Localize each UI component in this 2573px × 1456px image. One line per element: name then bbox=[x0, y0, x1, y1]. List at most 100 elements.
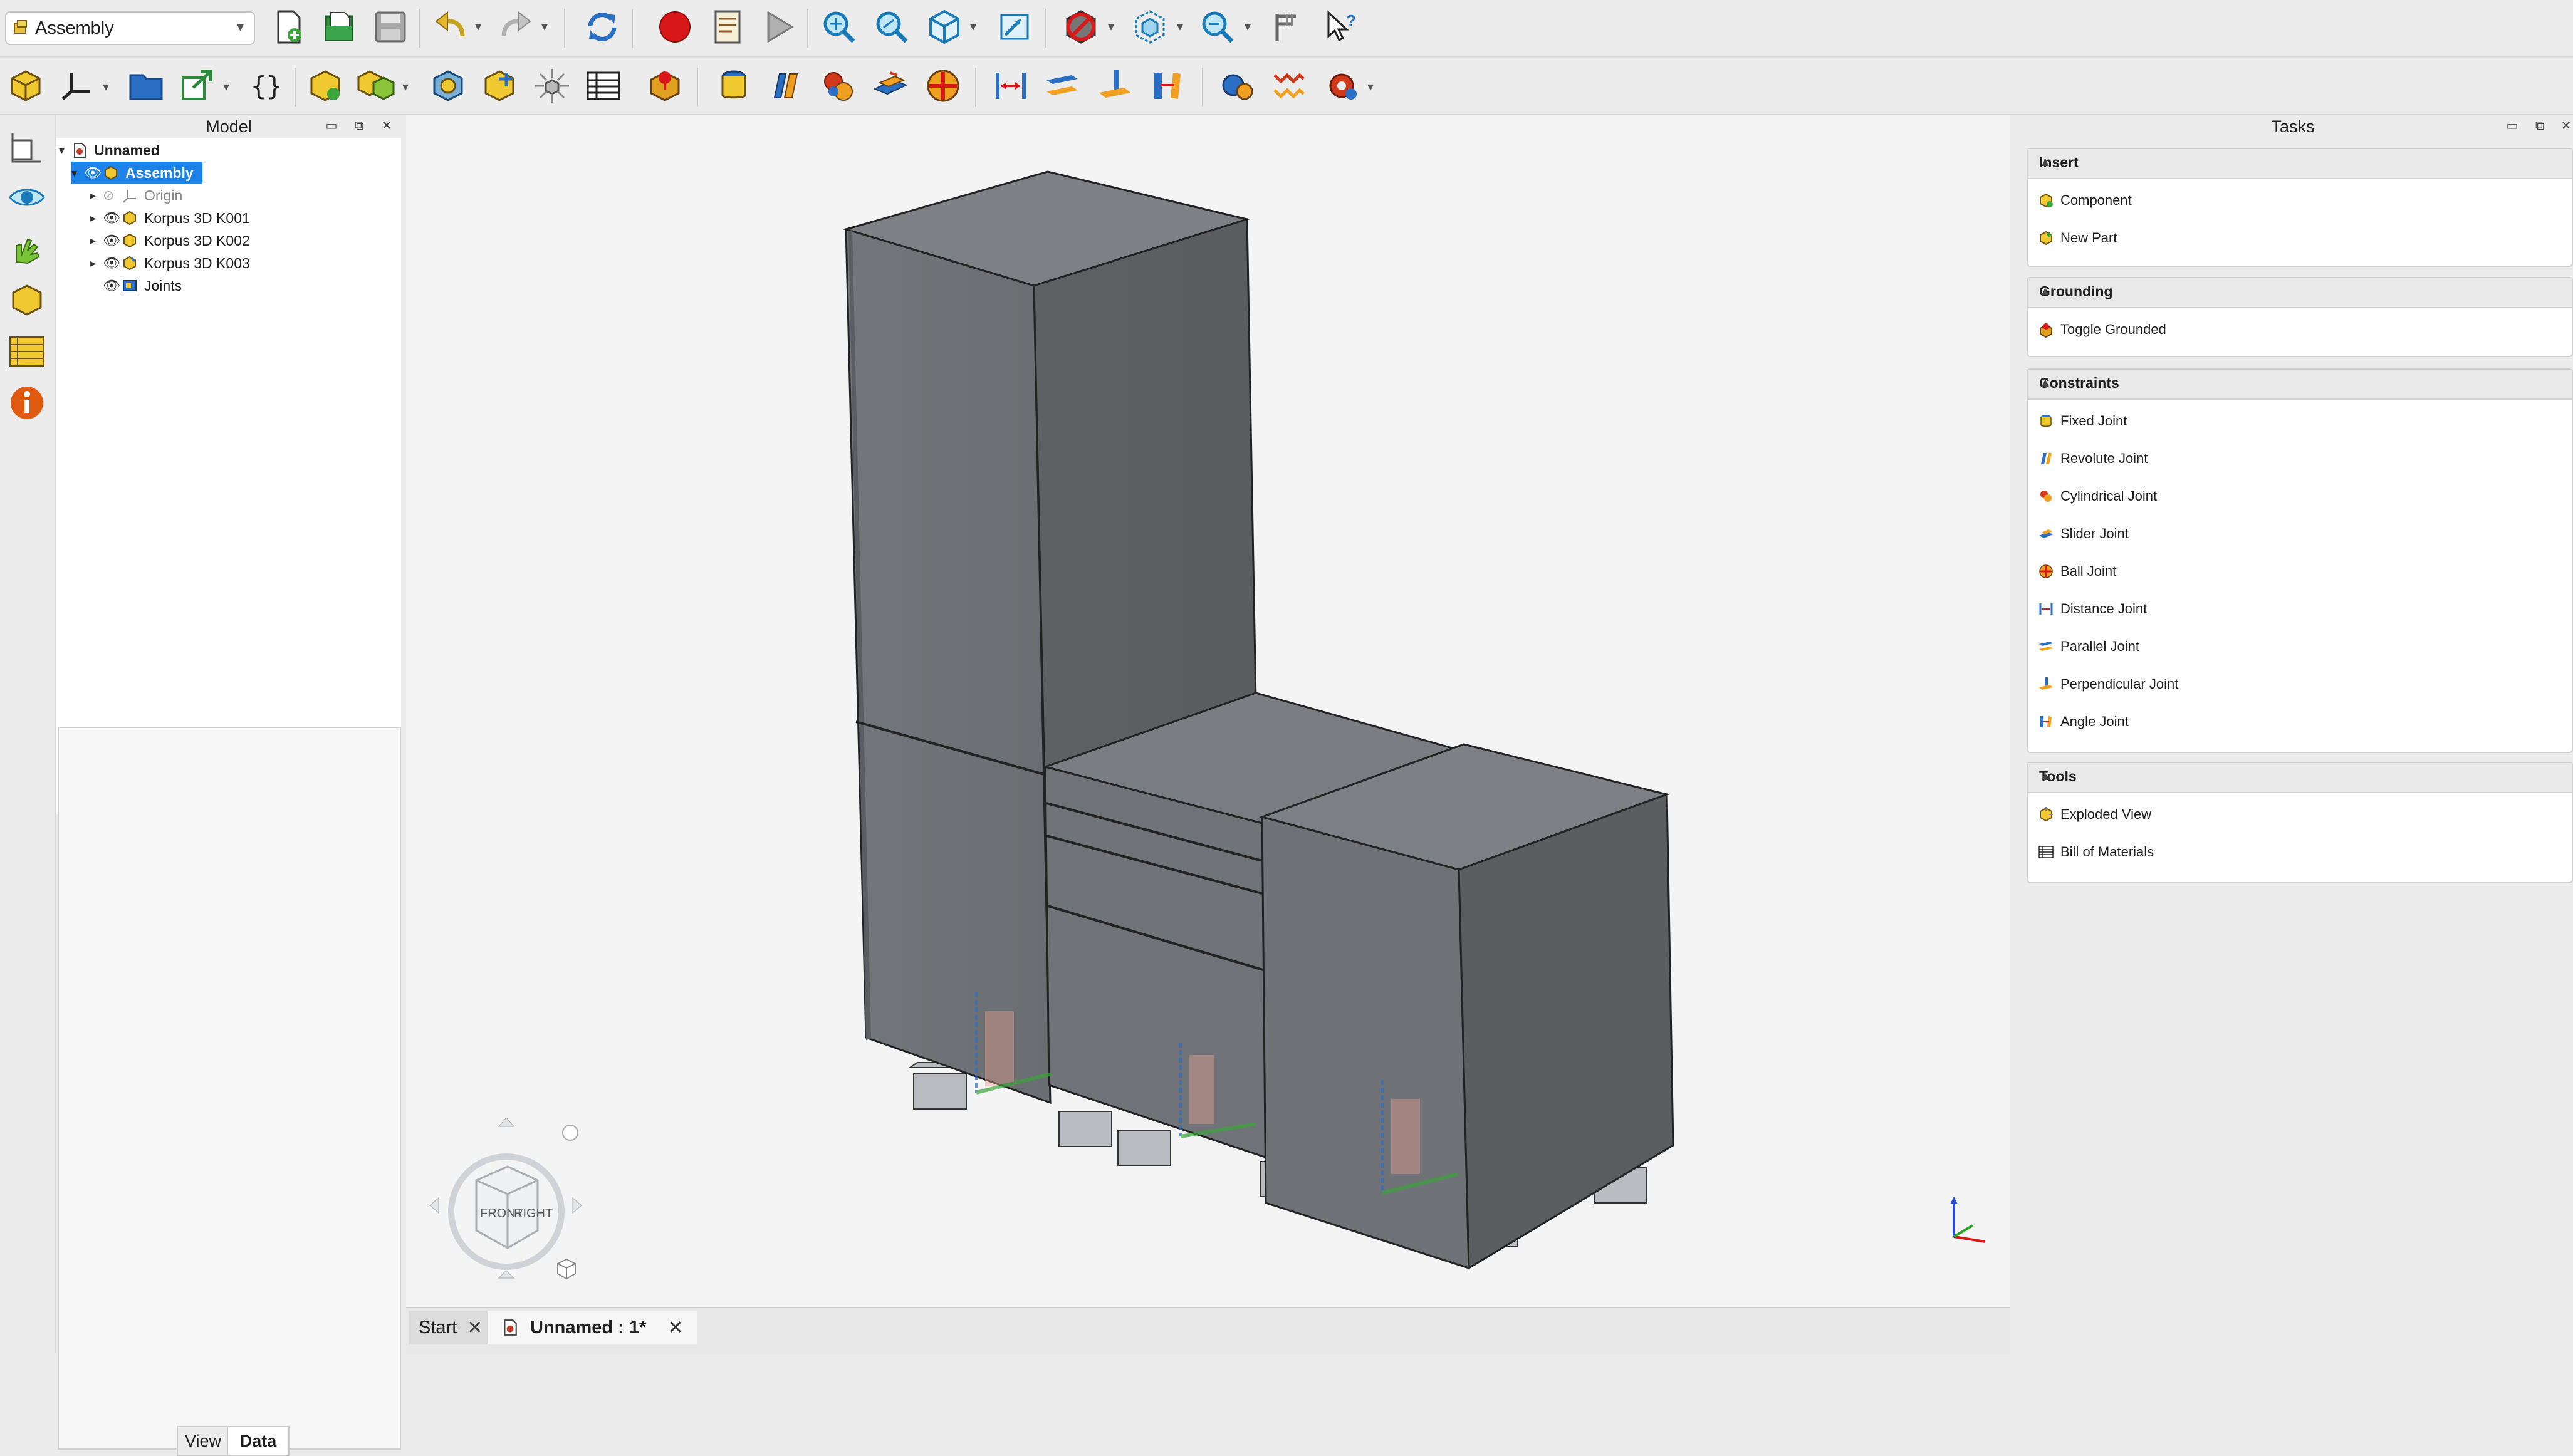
hand-icon[interactable] bbox=[8, 229, 46, 268]
simulation-button[interactable] bbox=[1322, 66, 1361, 105]
task-slider-joint[interactable]: Slider Joint bbox=[2038, 521, 2129, 546]
new-part-button[interactable] bbox=[357, 66, 396, 105]
collapse-icon[interactable]: ▾ bbox=[59, 144, 71, 157]
eye-icon[interactable] bbox=[8, 178, 46, 217]
slider-joint-button[interactable] bbox=[871, 66, 910, 105]
task-parallel-joint[interactable]: Parallel Joint bbox=[2038, 634, 2139, 659]
redo-dropdown-icon[interactable]: ▾ bbox=[541, 19, 548, 34]
visibility-eye-icon[interactable]: 👁 bbox=[103, 210, 122, 226]
close-icon[interactable]: ✕ bbox=[467, 1317, 483, 1339]
perpendicular-joint-button[interactable] bbox=[1095, 66, 1134, 105]
tree-item-origin[interactable]: ▸ ⊘ Origin bbox=[90, 184, 182, 207]
fit-all-button[interactable] bbox=[820, 8, 859, 46]
tree-item-korpus-k003[interactable]: ▸ 👁 Korpus 3D K003 bbox=[90, 252, 250, 274]
fit-selection-button[interactable] bbox=[872, 8, 911, 46]
undo-dropdown-icon[interactable]: ▾ bbox=[475, 19, 481, 34]
collapse-caret-icon[interactable]: ▲ bbox=[2039, 376, 2559, 390]
sketch-view-icon[interactable] bbox=[8, 128, 46, 167]
panel-dock-icon[interactable]: ▭ bbox=[2504, 118, 2520, 134]
tree-item-assembly[interactable]: ▾ 👁 Assembly bbox=[71, 162, 202, 184]
section-header[interactable]: Insert ▲ bbox=[2028, 149, 2572, 179]
tree-item-korpus-k001[interactable]: ▸ 👁 Korpus 3D K001 bbox=[90, 207, 250, 229]
expand-icon[interactable]: ▸ bbox=[90, 257, 103, 270]
expand-icon[interactable]: ▸ bbox=[90, 189, 103, 202]
task-angle-joint[interactable]: Angle Joint bbox=[2038, 709, 2129, 734]
cylindrical-joint-button[interactable] bbox=[818, 66, 857, 105]
section-header[interactable]: Tools ▲ bbox=[2028, 763, 2572, 793]
section-header[interactable]: Grounding ▲ bbox=[2028, 278, 2572, 308]
task-fixed-joint[interactable]: Fixed Joint bbox=[2038, 408, 2127, 434]
info-icon[interactable] bbox=[8, 383, 46, 422]
draw-style-dropdown-icon[interactable]: ▾ bbox=[1108, 19, 1114, 34]
group-button[interactable] bbox=[127, 66, 165, 105]
link-dropdown-icon[interactable]: ▾ bbox=[223, 79, 229, 95]
navcube-right-label[interactable]: RIGHT bbox=[514, 1207, 553, 1221]
3d-viewport[interactable]: FRONT RIGHT bbox=[406, 115, 2010, 1306]
tree-item-korpus-k002[interactable]: ▸ 👁 Korpus 3D K002 bbox=[90, 229, 250, 252]
macro-editor-button[interactable] bbox=[708, 8, 747, 46]
refresh-button[interactable] bbox=[583, 8, 622, 46]
ball-joint-button[interactable] bbox=[924, 66, 963, 105]
gears-joint-button[interactable] bbox=[1270, 66, 1308, 105]
visibility-eye-icon[interactable]: 👁 bbox=[103, 255, 122, 271]
collapse-caret-icon[interactable]: ▲ bbox=[2039, 155, 2559, 170]
tab-unnamed[interactable]: Unnamed : 1* ✕ bbox=[488, 1311, 697, 1344]
part-container-button[interactable] bbox=[6, 66, 45, 105]
workbench-selector[interactable]: Assembly ▾ bbox=[5, 11, 255, 45]
angle-joint-button[interactable] bbox=[1148, 66, 1187, 105]
exploded-view-button[interactable] bbox=[533, 66, 571, 105]
zoom-button[interactable] bbox=[1198, 8, 1237, 46]
list-icon[interactable] bbox=[8, 332, 46, 371]
tree-item-document[interactable]: ▾ Unnamed bbox=[59, 139, 160, 162]
solve-assembly-button[interactable] bbox=[429, 66, 467, 105]
toggle-grounded-button[interactable] bbox=[645, 66, 684, 105]
navcube-graphic[interactable] bbox=[425, 1117, 588, 1281]
panel-float-icon[interactable]: ⧉ bbox=[351, 118, 367, 134]
panel-dock-icon[interactable]: ▭ bbox=[323, 118, 340, 134]
expand-icon[interactable]: ▸ bbox=[90, 212, 103, 225]
tree-item-joints[interactable]: 👁 Joints bbox=[103, 274, 182, 297]
bom-button[interactable] bbox=[584, 66, 623, 105]
task-cylindrical-joint[interactable]: Cylindrical Joint bbox=[2038, 484, 2157, 509]
zoom-dropdown-icon[interactable]: ▾ bbox=[1245, 19, 1251, 34]
measure-distance-button[interactable] bbox=[1268, 8, 1307, 46]
tab-view[interactable]: View bbox=[177, 1426, 229, 1456]
draw-style-button[interactable] bbox=[1062, 8, 1100, 46]
collapse-caret-icon[interactable]: ▲ bbox=[2039, 769, 2559, 784]
link-button[interactable] bbox=[178, 66, 217, 105]
task-toggle-grounded[interactable]: Toggle Grounded bbox=[2038, 317, 2166, 342]
visibility-eye-icon[interactable]: 👁 bbox=[103, 232, 122, 249]
whats-this-button[interactable]: ? bbox=[1322, 8, 1361, 46]
task-new-part[interactable]: New Part bbox=[2038, 226, 2117, 251]
tab-data[interactable]: Data bbox=[227, 1426, 290, 1456]
insert-component-button[interactable] bbox=[306, 66, 345, 105]
view-dropdown-icon[interactable]: ▾ bbox=[970, 19, 976, 34]
save-button[interactable] bbox=[371, 8, 410, 46]
collapse-caret-icon[interactable]: ▲ bbox=[2039, 284, 2559, 299]
task-distance-joint[interactable]: Distance Joint bbox=[2038, 596, 2147, 621]
simulation-dropdown-icon[interactable]: ▾ bbox=[1367, 79, 1374, 95]
part-box-icon[interactable] bbox=[8, 281, 46, 320]
bounding-box-dropdown-icon[interactable]: ▾ bbox=[1177, 19, 1183, 34]
fixed-joint-button[interactable] bbox=[714, 66, 753, 105]
task-exploded-view[interactable]: Exploded View bbox=[2038, 802, 2151, 827]
panel-float-icon[interactable]: ⧉ bbox=[2532, 118, 2548, 134]
motion-study-button[interactable] bbox=[1218, 66, 1257, 105]
task-perpendicular-joint[interactable]: Perpendicular Joint bbox=[2038, 672, 2178, 697]
section-header[interactable]: Constraints ▲ bbox=[2028, 370, 2572, 400]
tab-start[interactable]: Start ✕ bbox=[409, 1311, 493, 1344]
parallel-joint-button[interactable] bbox=[1043, 66, 1082, 105]
task-ball-joint[interactable]: Ball Joint bbox=[2038, 559, 2116, 584]
view-menu-cube-icon[interactable] bbox=[554, 1257, 579, 1282]
open-document-button[interactable] bbox=[320, 8, 358, 46]
datum-cs-button[interactable] bbox=[58, 66, 97, 105]
distance-joint-button[interactable] bbox=[991, 66, 1030, 105]
undo-button[interactable] bbox=[431, 8, 470, 46]
drag-move-button[interactable] bbox=[480, 66, 519, 105]
panel-close-icon[interactable]: ✕ bbox=[378, 118, 395, 134]
task-revolute-joint[interactable]: Revolute Joint bbox=[2038, 446, 2148, 471]
macro-record-button[interactable] bbox=[655, 8, 694, 46]
new-document-button[interactable] bbox=[269, 8, 308, 46]
panel-close-icon[interactable]: ✕ bbox=[2558, 118, 2573, 134]
measure-button[interactable] bbox=[996, 8, 1035, 46]
